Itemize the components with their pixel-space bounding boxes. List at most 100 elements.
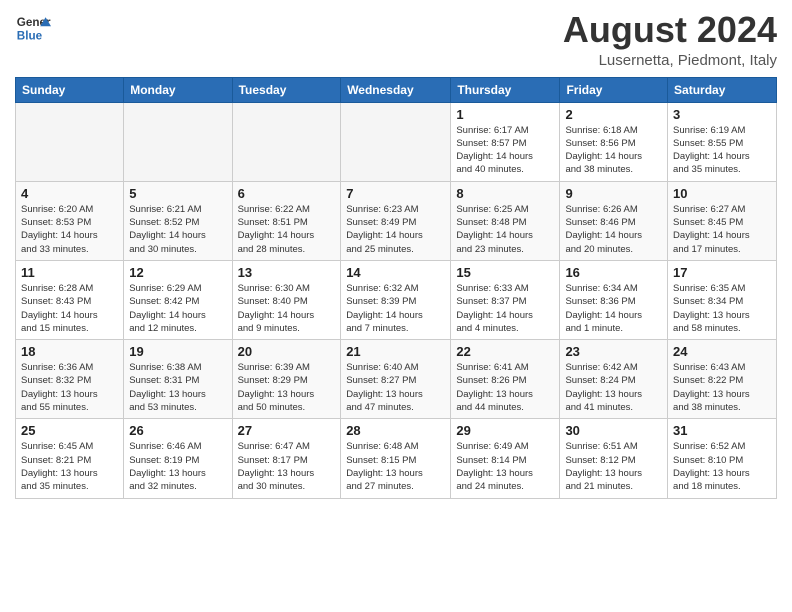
day-info: Sunrise: 6:35 AMSunset: 8:34 PMDaylight:…: [673, 282, 771, 335]
calendar-cell: 12 Sunrise: 6:29 AMSunset: 8:42 PMDayligh…: [124, 260, 232, 339]
day-number: 11: [21, 265, 118, 280]
calendar-cell: 20 Sunrise: 6:39 AMSunset: 8:29 PMDayligh…: [232, 340, 341, 419]
calendar-cell: 15 Sunrise: 6:33 AMSunset: 8:37 PMDayligh…: [451, 260, 560, 339]
day-number: 15: [456, 265, 554, 280]
day-number: 22: [456, 344, 554, 359]
day-number: 19: [129, 344, 226, 359]
day-number: 3: [673, 107, 771, 122]
calendar-cell: 25 Sunrise: 6:45 AMSunset: 8:21 PMDayligh…: [16, 419, 124, 498]
calendar-cell: 1Sunrise: 6:17 AMSunset: 8:57 PMDaylight…: [451, 102, 560, 181]
day-info: Sunrise: 6:18 AMSunset: 8:56 PMDaylight:…: [565, 124, 662, 177]
day-number: 25: [21, 423, 118, 438]
logo-icon: General Blue: [15, 10, 51, 46]
day-number: 26: [129, 423, 226, 438]
day-number: 9: [565, 186, 662, 201]
calendar-cell: [16, 102, 124, 181]
header-friday: Friday: [560, 77, 668, 102]
day-info: Sunrise: 6:26 AMSunset: 8:46 PMDaylight:…: [565, 203, 662, 256]
day-info: Sunrise: 6:19 AMSunset: 8:55 PMDaylight:…: [673, 124, 771, 177]
day-number: 1: [456, 107, 554, 122]
calendar-week-3: 11 Sunrise: 6:28 AMSunset: 8:43 PMDayligh…: [16, 260, 777, 339]
day-info: Sunrise: 6:45 AMSunset: 8:21 PMDaylight:…: [21, 440, 118, 493]
svg-text:Blue: Blue: [17, 30, 43, 43]
calendar-cell: 29Sunrise: 6:49 AMSunset: 8:14 PMDayligh…: [451, 419, 560, 498]
calendar-cell: 18Sunrise: 6:36 AMSunset: 8:32 PMDayligh…: [16, 340, 124, 419]
day-info: Sunrise: 6:52 AMSunset: 8:10 PMDaylight:…: [673, 440, 771, 493]
calendar-cell: 24 Sunrise: 6:43 AMSunset: 8:22 PMDayligh…: [668, 340, 777, 419]
day-number: 5: [129, 186, 226, 201]
header-wednesday: Wednesday: [341, 77, 451, 102]
day-number: 28: [346, 423, 445, 438]
day-number: 30: [565, 423, 662, 438]
calendar-cell: 23Sunrise: 6:42 AMSunset: 8:24 PMDayligh…: [560, 340, 668, 419]
day-number: 17: [673, 265, 771, 280]
day-number: 2: [565, 107, 662, 122]
calendar-cell: 4 Sunrise: 6:20 AMSunset: 8:53 PMDaylight…: [16, 181, 124, 260]
day-number: 14: [346, 265, 445, 280]
calendar-week-5: 25 Sunrise: 6:45 AMSunset: 8:21 PMDayligh…: [16, 419, 777, 498]
day-info: Sunrise: 6:20 AMSunset: 8:53 PMDaylight:…: [21, 203, 118, 256]
location: Lusernetta, Piedmont, Italy: [563, 52, 777, 69]
header-thursday: Thursday: [451, 77, 560, 102]
calendar-cell: 22 Sunrise: 6:41 AMSunset: 8:26 PMDayligh…: [451, 340, 560, 419]
header: General Blue August 2024 Lusernetta, Pie…: [15, 10, 777, 69]
calendar-cell: 27 Sunrise: 6:47 AMSunset: 8:17 PMDayligh…: [232, 419, 341, 498]
calendar-cell: 19Sunrise: 6:38 AMSunset: 8:31 PMDayligh…: [124, 340, 232, 419]
day-number: 29: [456, 423, 554, 438]
day-info: Sunrise: 6:32 AMSunset: 8:39 PMDaylight:…: [346, 282, 445, 335]
calendar-cell: 9 Sunrise: 6:26 AMSunset: 8:46 PMDaylight…: [560, 181, 668, 260]
calendar-week-2: 4 Sunrise: 6:20 AMSunset: 8:53 PMDaylight…: [16, 181, 777, 260]
day-info: Sunrise: 6:25 AMSunset: 8:48 PMDaylight:…: [456, 203, 554, 256]
calendar-cell: 31 Sunrise: 6:52 AMSunset: 8:10 PMDayligh…: [668, 419, 777, 498]
day-number: 24: [673, 344, 771, 359]
calendar-cell: 13 Sunrise: 6:30 AMSunset: 8:40 PMDayligh…: [232, 260, 341, 339]
day-number: 21: [346, 344, 445, 359]
day-info: Sunrise: 6:47 AMSunset: 8:17 PMDaylight:…: [238, 440, 336, 493]
day-info: Sunrise: 6:29 AMSunset: 8:42 PMDaylight:…: [129, 282, 226, 335]
day-info: Sunrise: 6:46 AMSunset: 8:19 PMDaylight:…: [129, 440, 226, 493]
calendar-cell: 11 Sunrise: 6:28 AMSunset: 8:43 PMDayligh…: [16, 260, 124, 339]
calendar-cell: 26 Sunrise: 6:46 AMSunset: 8:19 PMDayligh…: [124, 419, 232, 498]
calendar-cell: 17 Sunrise: 6:35 AMSunset: 8:34 PMDayligh…: [668, 260, 777, 339]
day-number: 7: [346, 186, 445, 201]
calendar-cell: [124, 102, 232, 181]
day-number: 27: [238, 423, 336, 438]
calendar-cell: [232, 102, 341, 181]
day-info: Sunrise: 6:33 AMSunset: 8:37 PMDaylight:…: [456, 282, 554, 335]
weekday-header-row: Sunday Monday Tuesday Wednesday Thursday…: [16, 77, 777, 102]
month-year: August 2024: [563, 10, 777, 50]
logo: General Blue: [15, 10, 51, 46]
day-info: Sunrise: 6:42 AMSunset: 8:24 PMDaylight:…: [565, 361, 662, 414]
day-info: Sunrise: 6:39 AMSunset: 8:29 PMDaylight:…: [238, 361, 336, 414]
day-number: 8: [456, 186, 554, 201]
day-info: Sunrise: 6:48 AMSunset: 8:15 PMDaylight:…: [346, 440, 445, 493]
calendar-cell: [341, 102, 451, 181]
day-number: 18: [21, 344, 118, 359]
day-info: Sunrise: 6:41 AMSunset: 8:26 PMDaylight:…: [456, 361, 554, 414]
day-number: 31: [673, 423, 771, 438]
calendar-cell: 7 Sunrise: 6:23 AMSunset: 8:49 PMDaylight…: [341, 181, 451, 260]
day-number: 10: [673, 186, 771, 201]
calendar-cell: 28 Sunrise: 6:48 AMSunset: 8:15 PMDayligh…: [341, 419, 451, 498]
header-sunday: Sunday: [16, 77, 124, 102]
calendar-cell: 10 Sunrise: 6:27 AMSunset: 8:45 PMDayligh…: [668, 181, 777, 260]
title-block: August 2024 Lusernetta, Piedmont, Italy: [563, 10, 777, 69]
calendar-cell: 8 Sunrise: 6:25 AMSunset: 8:48 PMDaylight…: [451, 181, 560, 260]
day-number: 13: [238, 265, 336, 280]
day-info: Sunrise: 6:21 AMSunset: 8:52 PMDaylight:…: [129, 203, 226, 256]
calendar-cell: 16Sunrise: 6:34 AMSunset: 8:36 PMDayligh…: [560, 260, 668, 339]
calendar-cell: 2 Sunrise: 6:18 AMSunset: 8:56 PMDaylight…: [560, 102, 668, 181]
calendar-week-1: 1Sunrise: 6:17 AMSunset: 8:57 PMDaylight…: [16, 102, 777, 181]
day-info: Sunrise: 6:34 AMSunset: 8:36 PMDaylight:…: [565, 282, 662, 335]
day-number: 4: [21, 186, 118, 201]
day-info: Sunrise: 6:28 AMSunset: 8:43 PMDaylight:…: [21, 282, 118, 335]
day-info: Sunrise: 6:30 AMSunset: 8:40 PMDaylight:…: [238, 282, 336, 335]
day-info: Sunrise: 6:23 AMSunset: 8:49 PMDaylight:…: [346, 203, 445, 256]
calendar-cell: 30Sunrise: 6:51 AMSunset: 8:12 PMDayligh…: [560, 419, 668, 498]
calendar-cell: 6Sunrise: 6:22 AMSunset: 8:51 PMDaylight…: [232, 181, 341, 260]
header-tuesday: Tuesday: [232, 77, 341, 102]
day-info: Sunrise: 6:27 AMSunset: 8:45 PMDaylight:…: [673, 203, 771, 256]
day-info: Sunrise: 6:43 AMSunset: 8:22 PMDaylight:…: [673, 361, 771, 414]
day-number: 12: [129, 265, 226, 280]
day-number: 20: [238, 344, 336, 359]
